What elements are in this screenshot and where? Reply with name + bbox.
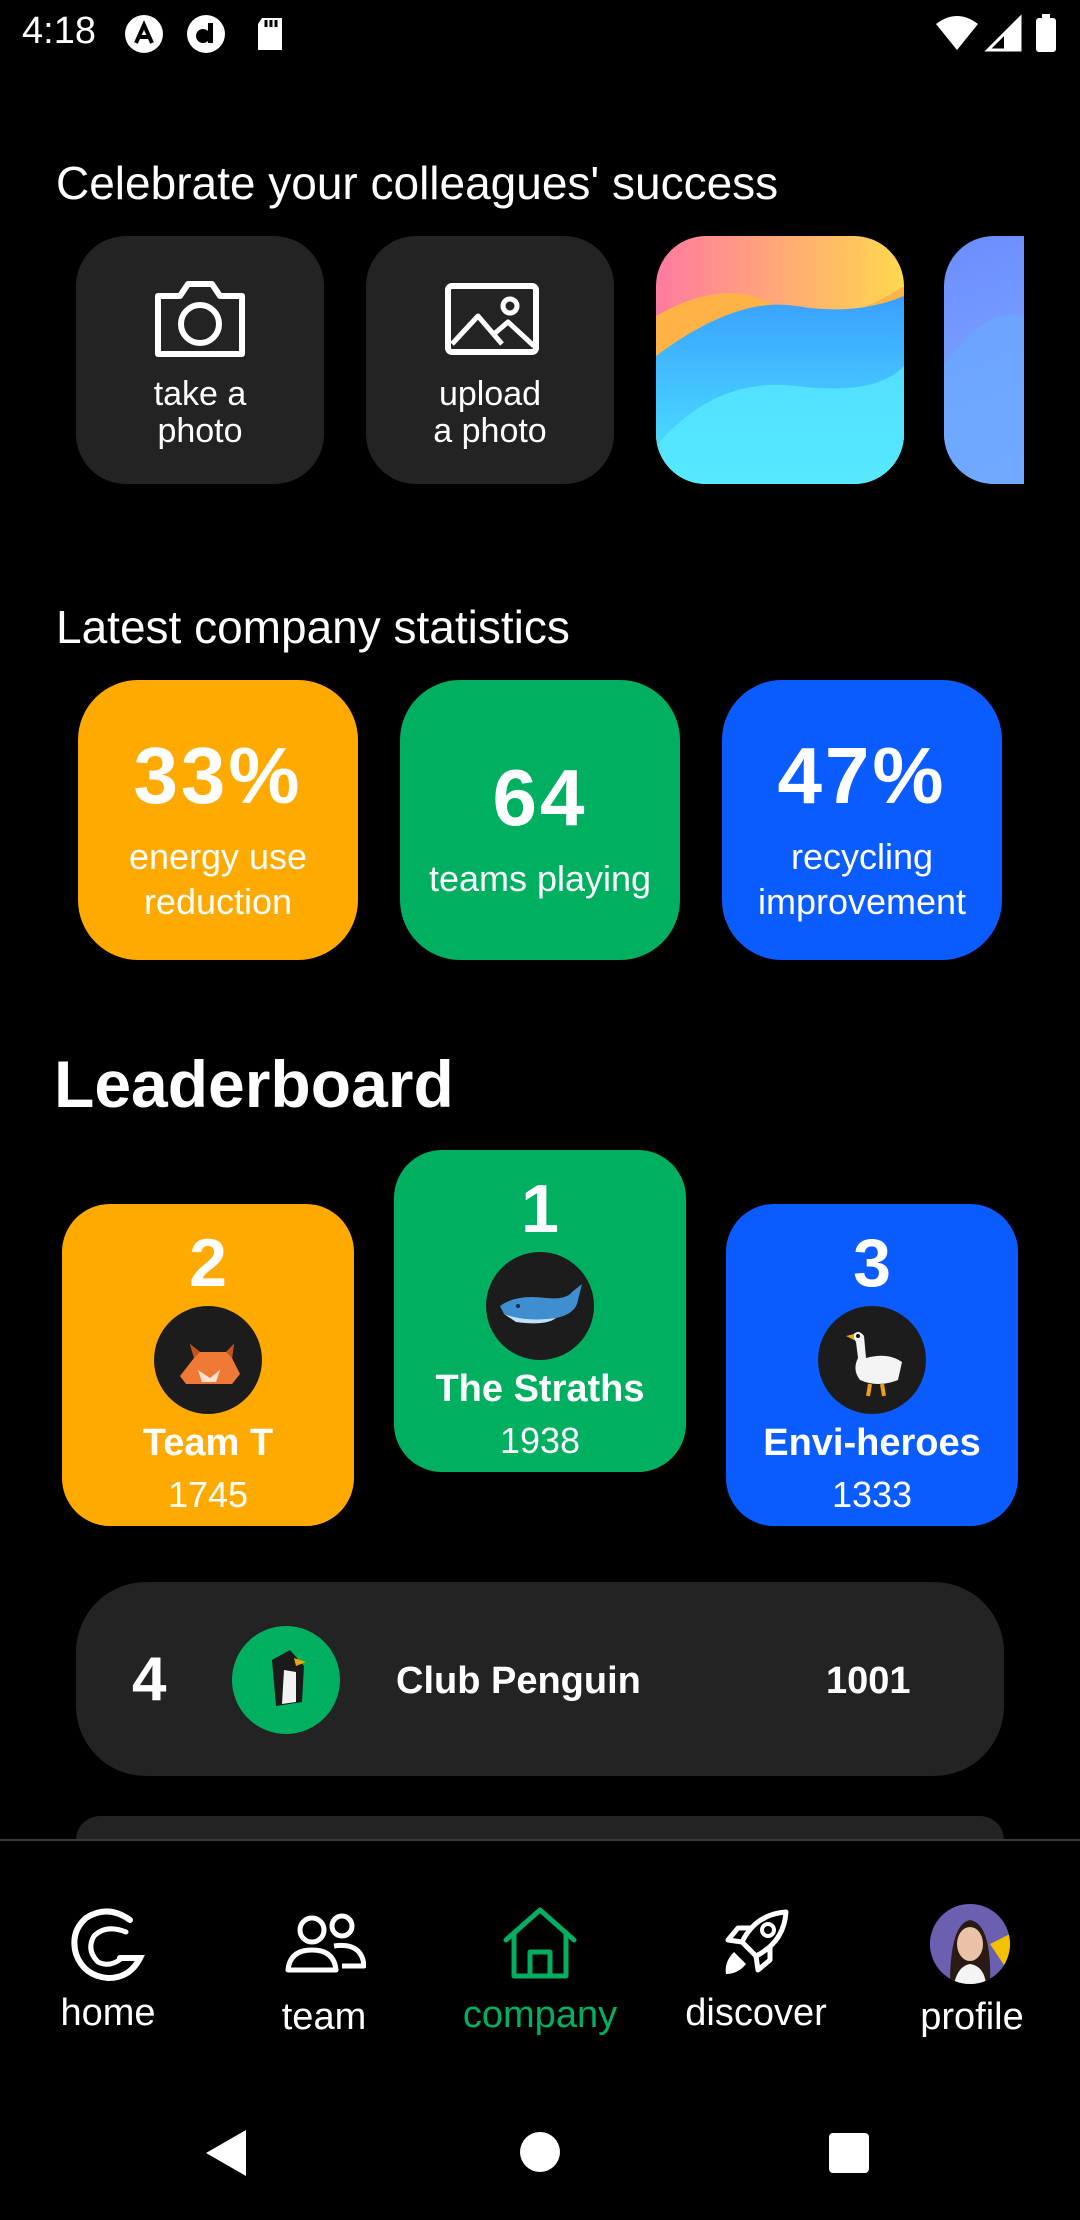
wave-background-option[interactable] (656, 236, 904, 484)
camera-icon (155, 281, 245, 357)
leaderboard-row-partial[interactable] (76, 1816, 1004, 1840)
home-logo-icon (71, 1908, 145, 1982)
wifi-icon (936, 16, 978, 50)
goose-icon (818, 1306, 926, 1414)
status-time: 4:18 (22, 10, 96, 52)
recents-icon[interactable] (828, 2132, 870, 2174)
rank-number: 1 (521, 1171, 559, 1247)
team-score: 1001 (826, 1660, 911, 1702)
celebrate-title: Celebrate your colleagues' success (56, 157, 779, 209)
upload-photo-button[interactable]: upload a photo (366, 236, 614, 484)
team-name: Team T (142, 1422, 274, 1464)
home-circle-icon[interactable] (518, 2130, 562, 2174)
nav-label: team (281, 1996, 367, 2038)
leaderboard-title: Leaderboard (54, 1047, 454, 1121)
penguin-icon (232, 1626, 340, 1734)
team-score: 1938 (499, 1420, 581, 1461)
leaderboard-row[interactable]: 4 Club Penguin 1001 (76, 1582, 1004, 1776)
stats-title: Latest company statistics (56, 601, 570, 653)
upload-photo-label: upload a photo (433, 375, 547, 450)
rank-number: 3 (853, 1225, 891, 1301)
team-score: 1333 (831, 1474, 913, 1515)
battery-icon (1036, 14, 1056, 52)
stat-value: 47% (777, 731, 947, 820)
fox-icon (154, 1306, 262, 1414)
back-icon[interactable] (204, 2128, 248, 2178)
app-notification-icon-2 (187, 15, 225, 53)
stat-value: 33% (133, 731, 303, 820)
team-score: 1745 (167, 1474, 249, 1515)
team-name: Club Penguin (396, 1660, 641, 1702)
nav-label: home (60, 1992, 156, 2034)
rank-number: 4 (132, 1645, 167, 1714)
podium-card-rank-2[interactable]: 2 Team T 1745 (62, 1204, 354, 1526)
rank-number: 2 (189, 1225, 227, 1301)
gradient-background-option[interactable] (944, 236, 1024, 484)
podium-card-rank-3[interactable]: 3 Envi-heroes 1333 (726, 1204, 1018, 1526)
house-icon (503, 1907, 577, 1979)
cell-signal-icon (984, 14, 1022, 52)
podium-card-rank-1[interactable]: 1 The Straths 1938 (394, 1150, 686, 1472)
stat-card-teams: 64 teams playing (400, 680, 680, 960)
gradient-image (944, 314, 1024, 484)
stat-card-recycling: 47% recycling improvement (722, 680, 1002, 960)
whale-icon (486, 1252, 594, 1360)
sd-card-icon (258, 18, 282, 50)
take-photo-button[interactable]: take a photo (76, 236, 324, 484)
stat-label: teams playing (428, 858, 652, 899)
wave-image (656, 236, 904, 484)
stat-label: energy use reduction (128, 836, 308, 922)
status-bar: 4:18 (0, 0, 1080, 66)
nav-label: company (462, 1994, 618, 2036)
team-name: The Straths (435, 1368, 645, 1410)
stat-card-energy: 33% energy use reduction (78, 680, 358, 960)
profile-avatar (930, 1904, 1010, 1984)
nav-label: profile (920, 1996, 1024, 2038)
stat-value: 64 (492, 753, 588, 842)
app-notification-icon (125, 15, 163, 53)
nav-label: discover (685, 1992, 827, 2034)
image-icon (445, 283, 539, 355)
rocket-icon (725, 1909, 789, 1974)
team-name: Envi-heroes (763, 1422, 981, 1464)
take-photo-label: take a photo (153, 375, 247, 450)
stat-label: recycling improvement (757, 836, 967, 922)
team-icon (285, 1913, 366, 1973)
